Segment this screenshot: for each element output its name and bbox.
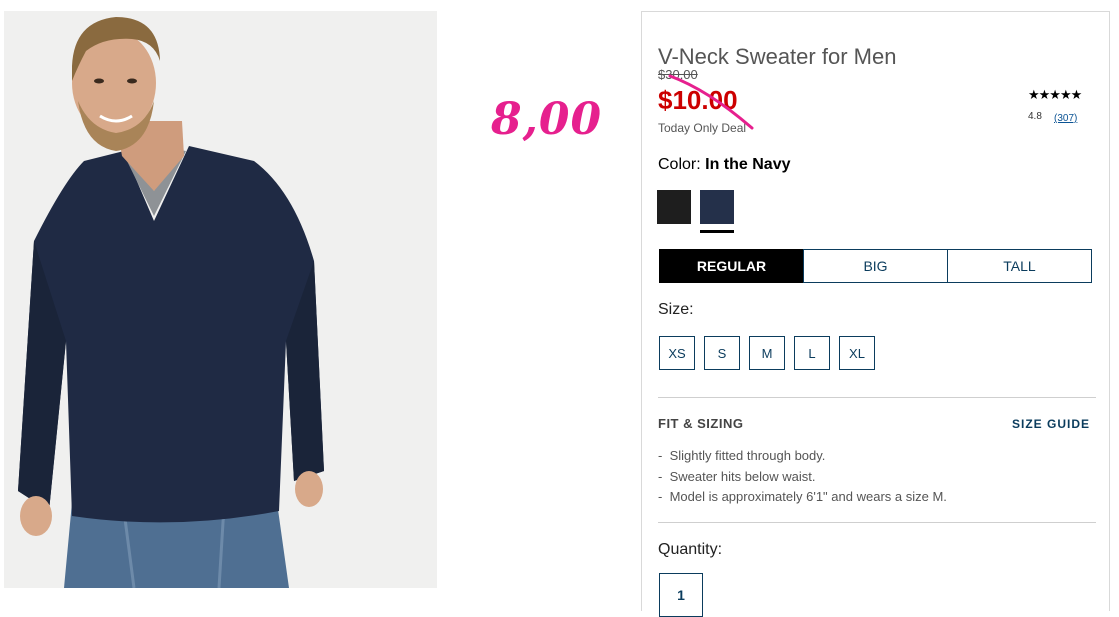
color-selection: Color: In the Navy xyxy=(658,156,791,174)
tab-regular[interactable]: REGULAR xyxy=(659,249,804,283)
deal-note: Today Only Deal xyxy=(658,121,747,135)
product-image xyxy=(4,11,437,588)
size-xl-button[interactable]: XL xyxy=(839,336,875,370)
size-options: XS S M L XL xyxy=(659,336,875,370)
list-item: Model is approximately 6'1" and wears a … xyxy=(658,489,947,510)
quantity-label: Quantity: xyxy=(658,541,723,558)
selected-color-name: In the Navy xyxy=(705,156,791,173)
fit-tabs: REGULAR BIG TALL xyxy=(659,249,1092,283)
quantity-input[interactable]: 1 xyxy=(659,573,703,617)
divider xyxy=(658,522,1096,523)
sale-price: $10.00 xyxy=(658,85,738,115)
review-count-link[interactable]: (307) xyxy=(1054,113,1077,124)
size-l-button[interactable]: L xyxy=(794,336,830,370)
rating-value: 4.8 xyxy=(1028,111,1042,122)
list-item: Sweater hits below waist. xyxy=(658,469,947,490)
size-guide-link[interactable]: SIZE GUIDE xyxy=(1012,417,1090,431)
handwritten-price-annotation: 8,00 xyxy=(491,94,603,145)
tab-big[interactable]: BIG xyxy=(803,249,948,283)
original-price: $30.00 xyxy=(658,67,698,82)
color-label: Color: xyxy=(658,156,701,173)
product-title: V-Neck Sweater for Men xyxy=(658,43,897,69)
rating-stars: ★★★★★ xyxy=(1028,87,1082,102)
swatch-navy[interactable] xyxy=(700,190,734,224)
selected-swatch-indicator xyxy=(700,230,734,233)
fit-notes-list: Slightly fitted through body. Sweater hi… xyxy=(658,448,947,510)
size-s-button[interactable]: S xyxy=(704,336,740,370)
size-xs-button[interactable]: XS xyxy=(659,336,695,370)
size-m-button[interactable]: M xyxy=(749,336,785,370)
list-item: Slightly fitted through body. xyxy=(658,448,947,469)
tab-tall[interactable]: TALL xyxy=(947,249,1092,283)
product-details-panel: V-Neck Sweater for Men $30.00 $10.00 Tod… xyxy=(641,11,1110,617)
fit-sizing-heading: FIT & SIZING xyxy=(658,416,744,431)
divider xyxy=(658,397,1096,398)
swatch-black[interactable] xyxy=(657,190,691,224)
size-label: Size: xyxy=(658,301,694,318)
